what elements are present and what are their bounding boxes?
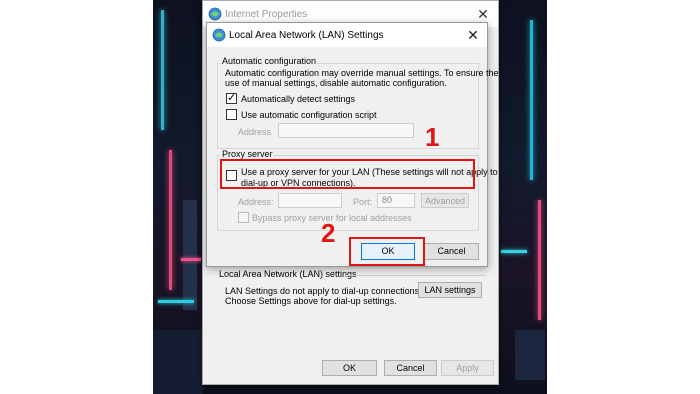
lan-settings-dialog: Local Area Network (LAN) Settings ✕ Auto… — [206, 22, 498, 267]
config-script-label[interactable]: Use automatic configuration script — [241, 110, 377, 120]
internet-options-icon — [212, 28, 226, 42]
proxy-address-label: Address: — [238, 197, 274, 207]
window-title: Internet Properties — [225, 9, 308, 20]
lan-settings-button[interactable]: LAN settings — [418, 282, 482, 298]
outer-cancel-button[interactable]: Cancel — [384, 360, 437, 376]
neon-stripe — [530, 20, 533, 180]
proxy-server-label: Proxy server — [221, 149, 274, 159]
neon-stripe — [181, 258, 201, 261]
wallpaper-building — [183, 200, 197, 310]
proxy-address-field[interactable] — [278, 193, 342, 208]
auto-config-description-line2: use of manual settings, disable automati… — [225, 78, 447, 88]
automatic-configuration-label: Automatic configuration — [221, 56, 318, 66]
step-number-2: 2 — [321, 218, 336, 248]
advanced-button-label: Advanced — [424, 196, 466, 206]
outer-ok-label: OK — [342, 363, 356, 373]
lan-section-title: Local Area Network (LAN) settings — [219, 269, 357, 279]
proxy-port-field[interactable]: 80 — [377, 193, 415, 208]
dialog-title-bar[interactable]: Local Area Network (LAN) Settings ✕ — [207, 23, 487, 47]
lan-description-line1: LAN Settings do not apply to dial-up con… — [225, 286, 422, 296]
proxy-port-label: Port: — [353, 197, 373, 207]
dialog-cancel-label: Cancel — [437, 246, 466, 256]
config-script-checkbox[interactable] — [226, 109, 237, 120]
section-divider — [345, 275, 485, 276]
wallpaper-building — [515, 330, 545, 380]
advanced-button[interactable]: Advanced — [421, 193, 469, 208]
dialog-cancel-button[interactable]: Cancel — [424, 243, 479, 260]
lan-description-line2: Choose Settings above for dial-up settin… — [225, 296, 397, 306]
outer-apply-label: Apply — [456, 363, 479, 373]
outer-cancel-label: Cancel — [396, 363, 425, 373]
close-icon[interactable]: ✕ — [459, 23, 487, 47]
highlight-box-ok — [349, 237, 425, 266]
outer-ok-button[interactable]: OK — [322, 360, 377, 376]
dialog-title: Local Area Network (LAN) Settings — [229, 30, 384, 41]
internet-options-icon — [208, 7, 222, 21]
neon-stripe — [501, 250, 527, 253]
script-address-field[interactable] — [278, 123, 414, 138]
highlight-box-proxy — [220, 159, 475, 189]
step-number-1: 1 — [425, 122, 440, 152]
neon-stripe — [158, 300, 194, 303]
script-address-label: Address — [238, 127, 272, 137]
neon-stripe — [169, 150, 172, 290]
outer-apply-button[interactable]: Apply — [441, 360, 494, 376]
auto-detect-label[interactable]: Automatically detect settings — [241, 94, 355, 104]
lan-settings-button-label: LAN settings — [424, 285, 476, 295]
wallpaper-building — [153, 330, 203, 394]
auto-detect-checkbox[interactable]: ✓ — [226, 92, 237, 104]
auto-config-description-line1: Automatic configuration may override man… — [225, 68, 499, 78]
neon-stripe — [538, 200, 541, 320]
bypass-local-checkbox[interactable] — [238, 212, 249, 223]
neon-stripe — [161, 10, 164, 130]
screenshot-stage: Internet Properties ✕ Local Area Network… — [0, 0, 700, 394]
checkmark-icon: ✓ — [227, 92, 237, 104]
